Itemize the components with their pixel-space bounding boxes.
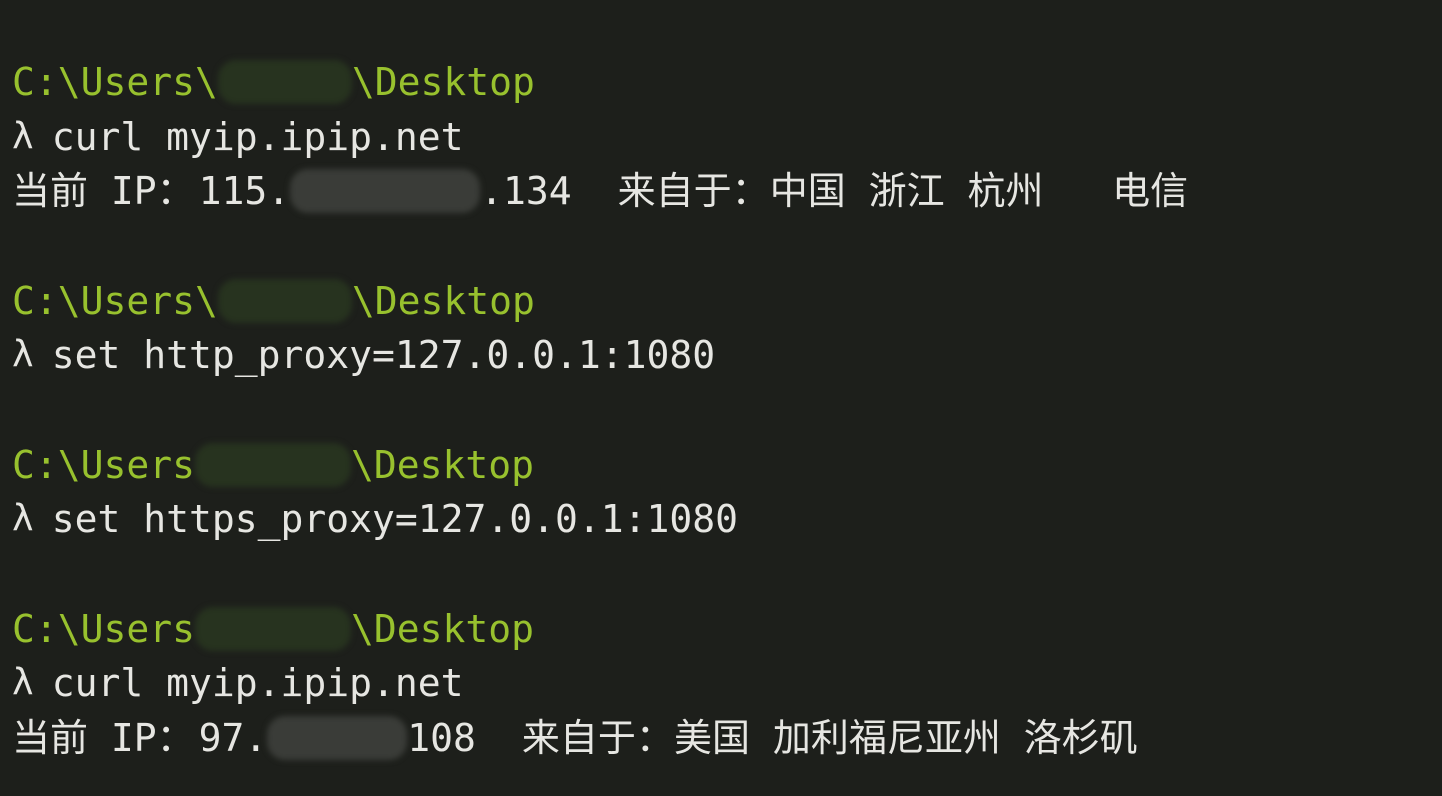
command-line: λ set http_proxy=127.0.0.1:1080 bbox=[12, 332, 715, 378]
redacted-username bbox=[195, 443, 352, 487]
lambda-prompt-icon: λ bbox=[12, 334, 34, 375]
terminal-window[interactable]: C:\Users\ \Desktop λ curl myip.ipip.net 当前… bbox=[0, 0, 1442, 796]
prompt-path-prefix: C:\Users\ bbox=[12, 279, 218, 323]
prompt-path-prefix: C:\Users bbox=[12, 443, 196, 487]
command-text: curl myip.ipip.net bbox=[51, 115, 464, 159]
command-text: set http_proxy=127.0.0.1:1080 bbox=[51, 333, 716, 377]
redacted-ip bbox=[267, 716, 408, 760]
prompt-path-suffix: \Desktop bbox=[351, 443, 535, 487]
location-text: 中国 浙江 杭州 电信 bbox=[769, 169, 1189, 213]
lambda-prompt-icon: λ bbox=[12, 116, 34, 157]
command-line: λ curl myip.ipip.net bbox=[12, 660, 464, 706]
prompt-path-prefix: C:\Users bbox=[12, 607, 196, 651]
command-line: λ curl myip.ipip.net bbox=[12, 114, 464, 160]
ip-label: 当前 IP： bbox=[12, 716, 195, 760]
prompt-line: C:\Users \Desktop bbox=[12, 606, 534, 652]
from-label: 来自于： bbox=[617, 169, 770, 213]
prompt-line: C:\Users\ \Desktop bbox=[12, 278, 535, 324]
lambda-prompt-icon: λ bbox=[12, 498, 34, 539]
ip-start: 97. bbox=[198, 716, 268, 760]
redacted-username bbox=[217, 279, 352, 323]
prompt-line: C:\Users\ \Desktop bbox=[12, 59, 535, 105]
redacted-username bbox=[195, 607, 352, 651]
command-text: set https_proxy=127.0.0.1:1080 bbox=[51, 497, 739, 541]
prompt-path-suffix: \Desktop bbox=[351, 60, 535, 104]
from-label: 来自于： bbox=[521, 716, 674, 760]
redacted-username bbox=[217, 60, 352, 104]
ip-start: 115. bbox=[198, 169, 291, 213]
prompt-path-suffix: \Desktop bbox=[351, 607, 535, 651]
output-line: 当前 IP： 115. .134 来自于： 中国 浙江 杭州 电信 bbox=[12, 168, 1188, 214]
ip-end: 108 bbox=[407, 716, 476, 760]
command-text: curl myip.ipip.net bbox=[51, 661, 464, 705]
prompt-path-prefix: C:\Users\ bbox=[12, 60, 218, 104]
output-line: 当前 IP： 97. 108 来自于： 美国 加利福尼亚州 洛杉矶 bbox=[12, 715, 1138, 761]
redacted-ip bbox=[290, 169, 481, 213]
ip-label: 当前 IP： bbox=[12, 169, 195, 213]
ip-end: .134 bbox=[480, 169, 572, 213]
location-text: 美国 加利福尼亚州 洛杉矶 bbox=[673, 716, 1138, 760]
prompt-line: C:\Users \Desktop bbox=[12, 442, 534, 488]
lambda-prompt-icon: λ bbox=[12, 662, 34, 703]
command-line: λ set https_proxy=127.0.0.1:1080 bbox=[12, 496, 738, 542]
prompt-path-suffix: \Desktop bbox=[351, 279, 535, 323]
